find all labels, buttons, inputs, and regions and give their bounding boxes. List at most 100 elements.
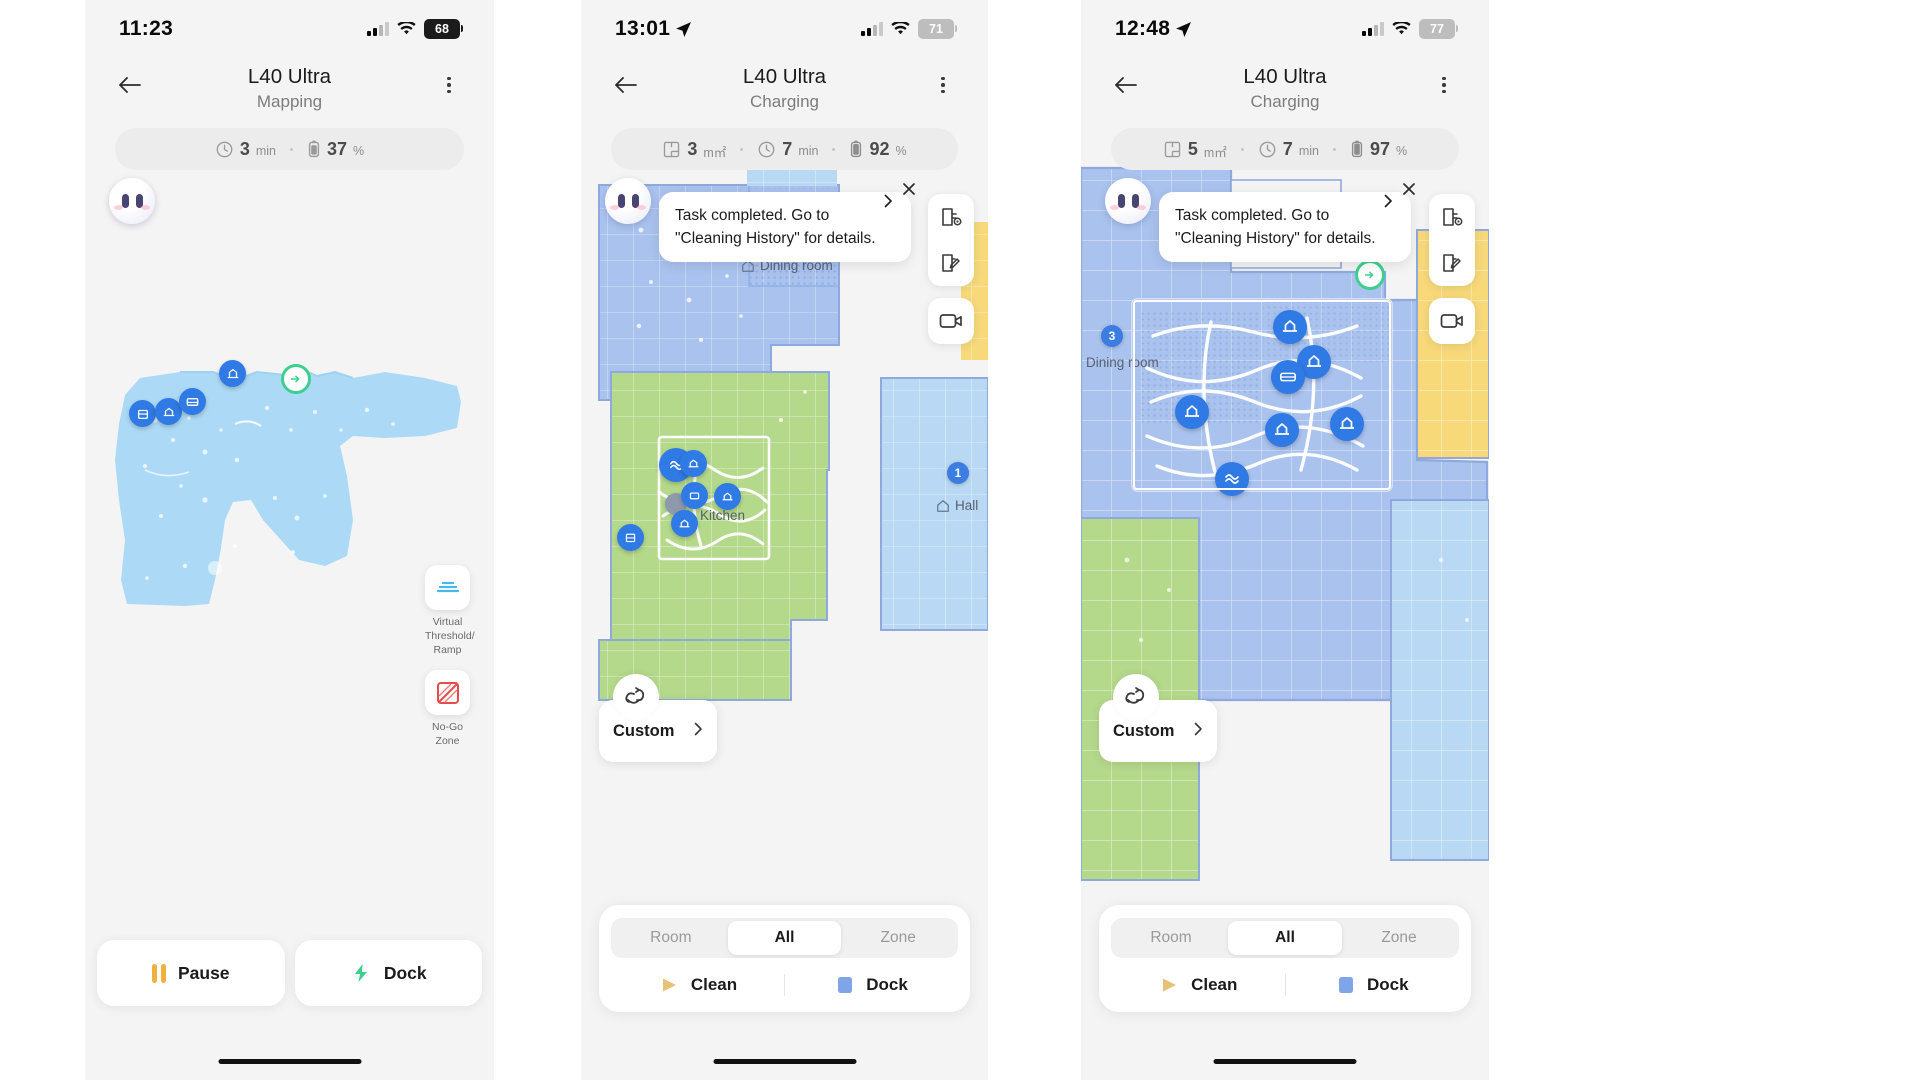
dock-button[interactable]: Dock bbox=[785, 974, 958, 996]
phone-panel-mapping: 11:23 68 L40 Ultra Mapping 3 min 37 % Vi… bbox=[85, 0, 494, 1080]
tab-room[interactable]: Room bbox=[614, 921, 728, 955]
chip-unit: min bbox=[798, 144, 819, 158]
furniture-marker[interactable] bbox=[617, 524, 644, 551]
chip-duration: 7 min bbox=[1244, 139, 1333, 160]
chip-duration: 7 min bbox=[743, 139, 832, 160]
suction-mode-card[interactable]: Custom bbox=[1099, 674, 1217, 762]
map-edit-icon[interactable] bbox=[1429, 240, 1475, 286]
furniture-marker[interactable] bbox=[671, 510, 698, 537]
chip-value: 37 bbox=[327, 138, 348, 159]
dock-button[interactable]: Dock bbox=[294, 940, 482, 1006]
no-go-zone-icon[interactable] bbox=[425, 670, 470, 715]
furniture-marker[interactable] bbox=[714, 483, 741, 510]
tab-all[interactable]: All bbox=[1228, 921, 1342, 955]
badge-count: 3 bbox=[1108, 329, 1116, 343]
action-row: Clean Dock bbox=[611, 974, 958, 996]
virtual-threshold-icon[interactable] bbox=[425, 565, 470, 610]
chip-unit: % bbox=[353, 144, 365, 158]
suction-mode-card[interactable]: Custom bbox=[599, 674, 717, 762]
map-view-icon[interactable] bbox=[1429, 194, 1475, 240]
battery-badge: 77 bbox=[1419, 19, 1458, 39]
robot-status-bubble[interactable] bbox=[605, 178, 651, 224]
clean-button-label: Clean bbox=[1191, 975, 1238, 994]
tab-zone[interactable]: Zone bbox=[841, 921, 955, 955]
chip-area: 3 m㎡ bbox=[648, 139, 740, 160]
task-toast[interactable]: Task completed. Go to "Cleaning History"… bbox=[659, 183, 915, 262]
zone-selection-rect[interactable] bbox=[1133, 300, 1391, 490]
rail-group-maps bbox=[1429, 194, 1475, 286]
furniture-marker[interactable] bbox=[155, 398, 182, 425]
room-badge-dining[interactable]: 3 bbox=[1101, 325, 1123, 347]
furniture-marker[interactable] bbox=[129, 400, 156, 427]
tab-all[interactable]: All bbox=[727, 921, 842, 955]
home-indicator bbox=[713, 1059, 856, 1064]
tool-no-go-zone[interactable]: No-Go Zone bbox=[425, 670, 470, 748]
kebab-menu-icon[interactable] bbox=[430, 66, 468, 104]
robot-status-bubble[interactable] bbox=[109, 178, 155, 224]
battery-icon bbox=[1351, 140, 1363, 158]
bottom-control-panel: Room All Zone Clean Dock bbox=[1099, 905, 1471, 1012]
back-arrow-icon[interactable] bbox=[111, 66, 149, 104]
home-icon bbox=[937, 499, 949, 512]
tab-room[interactable]: Room bbox=[1114, 921, 1228, 955]
status-indicators: 77 bbox=[1362, 19, 1458, 39]
kebab-menu-icon[interactable] bbox=[924, 66, 962, 104]
dock-button-label: Dock bbox=[866, 975, 908, 994]
action-row: Clean Dock bbox=[1111, 974, 1459, 996]
pause-button-label: Pause bbox=[177, 962, 230, 983]
mode-segmented-control: Room All Zone bbox=[1111, 918, 1459, 958]
furniture-marker[interactable] bbox=[219, 360, 246, 387]
clean-button-label: Clean bbox=[690, 975, 738, 994]
kebab-menu-icon[interactable] bbox=[1425, 66, 1463, 104]
play-icon bbox=[1163, 978, 1177, 992]
dock-square-icon bbox=[838, 977, 853, 993]
mode-segmented-control: Room All Zone bbox=[611, 918, 958, 958]
chip-unit: min bbox=[1298, 144, 1319, 158]
back-arrow-icon[interactable] bbox=[607, 66, 645, 104]
tool-virtual-threshold[interactable]: Virtual Threshold/ Ramp bbox=[425, 565, 475, 657]
video-icon[interactable] bbox=[928, 298, 974, 344]
back-arrow-icon[interactable] bbox=[1107, 66, 1145, 104]
battery-level: 71 bbox=[929, 22, 943, 36]
room-name: Hall bbox=[955, 498, 979, 513]
furniture-marker[interactable] bbox=[680, 450, 707, 477]
wifi-icon bbox=[1392, 21, 1411, 36]
furniture-marker[interactable] bbox=[681, 482, 708, 509]
dock-marker-icon[interactable] bbox=[1355, 260, 1385, 290]
battery-badge: 68 bbox=[424, 19, 463, 39]
area-icon bbox=[1164, 141, 1181, 157]
nav-bar: L40 Ultra Mapping bbox=[85, 58, 494, 120]
room-name: Kitchen bbox=[700, 508, 746, 523]
chip-value: 3 bbox=[239, 138, 250, 159]
close-icon[interactable] bbox=[1399, 179, 1419, 199]
suction-mode-label: Custom bbox=[613, 721, 675, 740]
robot-status-bubble[interactable] bbox=[1105, 178, 1151, 224]
phone-panel-charging-2: Dining room 3 12:48 77 L40 Ultra Chargin… bbox=[1081, 0, 1489, 1080]
chevron-right-icon[interactable] bbox=[1384, 194, 1393, 248]
pause-button[interactable]: Pause bbox=[97, 940, 285, 1006]
chevron-right-icon[interactable] bbox=[1194, 722, 1203, 741]
room-badge-hall[interactable]: 1 bbox=[947, 462, 969, 484]
chevron-right-icon[interactable] bbox=[694, 722, 703, 741]
task-toast[interactable]: Task completed. Go to "Cleaning History"… bbox=[1159, 183, 1415, 262]
furniture-marker[interactable] bbox=[179, 388, 206, 415]
close-icon[interactable] bbox=[899, 179, 919, 199]
video-icon[interactable] bbox=[1429, 298, 1475, 344]
location-arrow-icon bbox=[1176, 21, 1192, 37]
dock-marker-icon[interactable] bbox=[281, 364, 311, 394]
map-view-icon[interactable] bbox=[928, 194, 974, 240]
map-edit-icon[interactable] bbox=[928, 240, 974, 286]
dock-button[interactable]: Dock bbox=[1286, 974, 1460, 996]
clean-button[interactable]: Clean bbox=[611, 974, 784, 996]
clean-button[interactable]: Clean bbox=[1111, 974, 1285, 996]
status-time: 13:01 bbox=[615, 17, 692, 41]
chip-value: 7 bbox=[1282, 138, 1293, 159]
tab-zone[interactable]: Zone bbox=[1342, 921, 1456, 955]
signal-bars-icon bbox=[861, 22, 883, 36]
chip-value: 3 bbox=[687, 138, 698, 159]
battery-badge: 71 bbox=[918, 19, 957, 39]
info-chips: 5 m㎡ 7 min 97 % bbox=[1111, 128, 1459, 170]
clock-icon bbox=[216, 141, 233, 157]
chip-unit: m㎡ bbox=[703, 145, 727, 160]
chevron-right-icon[interactable] bbox=[884, 194, 893, 248]
